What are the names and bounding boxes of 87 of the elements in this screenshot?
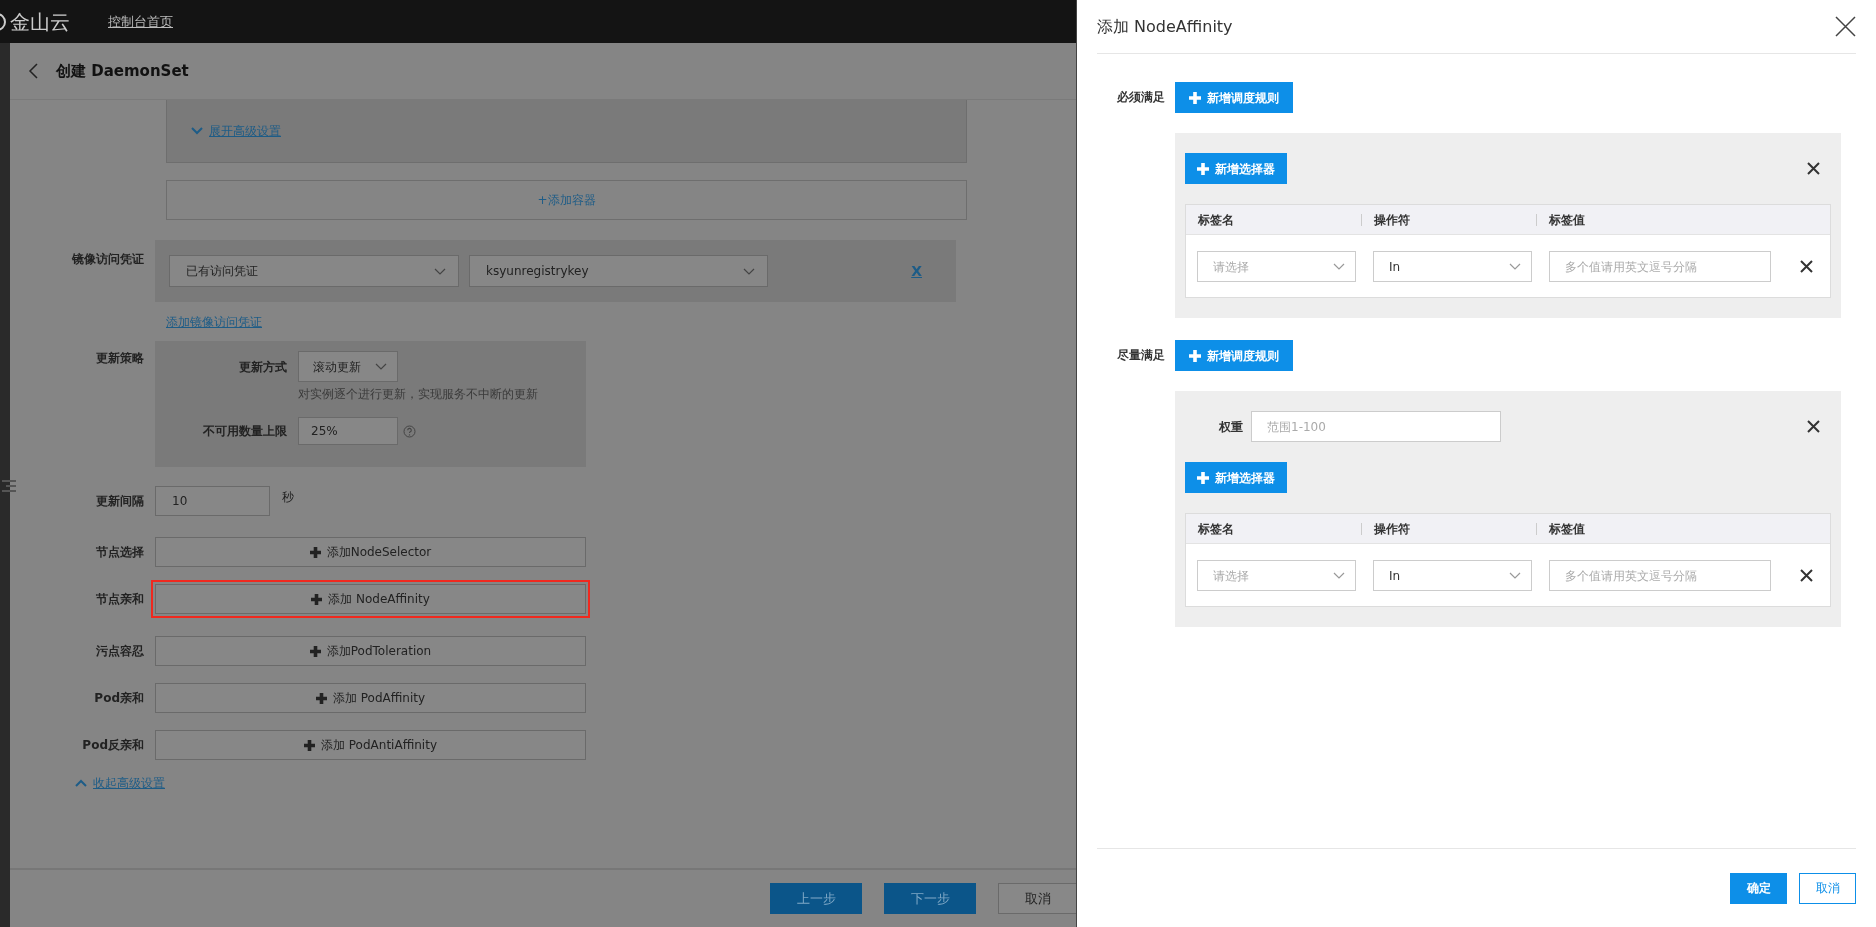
add-container-button[interactable]: +添加容器: [166, 180, 967, 220]
value-input[interactable]: 多个值请用英文逗号分隔: [1549, 251, 1771, 282]
add-rule-button[interactable]: 新增调度规则: [1175, 82, 1293, 113]
plus-icon: [311, 593, 323, 605]
add-selector-button[interactable]: 新增选择器: [1185, 462, 1287, 493]
plus-icon: [1189, 91, 1201, 104]
plus-icon: [315, 692, 327, 704]
add-selector-button[interactable]: 新增选择器: [1185, 153, 1287, 184]
footer-button[interactable]: 上一步: [770, 883, 862, 914]
plus-icon: [1189, 349, 1201, 362]
section-label: 尽量满足: [1116, 347, 1166, 364]
hint-text: 对实例逐个进行更新，实现服务不中断的更新: [298, 386, 539, 403]
close-icon: [1800, 569, 1813, 582]
select-field[interactable]: In: [1373, 251, 1532, 282]
logo-text: 金山云: [10, 8, 70, 36]
select-field[interactable]: 请选择: [1197, 251, 1356, 282]
input-field[interactable]: 25%: [298, 417, 398, 445]
field-label: 权重: [1218, 418, 1244, 436]
select-value: ksyunregistrykey: [486, 263, 589, 280]
select-field[interactable]: 请选择: [1197, 560, 1356, 591]
field-label: 节点亲和: [95, 591, 145, 608]
plus-icon: [1197, 471, 1209, 484]
chevron-down-icon: [1333, 263, 1345, 270]
chevron-down-icon: [191, 127, 203, 135]
field-label: 更新方式: [238, 358, 288, 376]
add-button[interactable]: 添加 PodAntiAffinity: [155, 730, 586, 760]
input-field[interactable]: 10: [155, 486, 270, 516]
field-label: 不可用数量上限: [202, 423, 288, 440]
field-label: 更新间隔: [95, 493, 145, 510]
sidebar-toggle-icon: [0, 479, 18, 493]
chevron-down-icon: [743, 267, 755, 275]
select-value: 滚动更新: [313, 358, 361, 376]
add-rule-button[interactable]: 新增调度规则: [1175, 340, 1293, 371]
value-input[interactable]: 多个值请用英文逗号分隔: [1549, 560, 1771, 591]
field-label: 镜像访问凭证: [71, 251, 145, 268]
chevron-up-icon: [75, 779, 87, 787]
add-button[interactable]: 添加 PodAffinity: [155, 683, 586, 713]
drawer-title: 添加 NodeAffinity: [1097, 15, 1233, 38]
placeholder-text: 请选择: [1213, 258, 1249, 276]
select-field[interactable]: In: [1373, 560, 1532, 591]
close-icon: [1807, 162, 1820, 175]
select-value: In: [1389, 258, 1401, 276]
chevron-down-icon: [1509, 572, 1521, 579]
chevron-down-icon: [1509, 263, 1521, 270]
plus-icon: [1197, 162, 1209, 175]
column-header: 标签值: [1536, 522, 1736, 535]
page-title: 创建 DaemonSet: [56, 60, 189, 82]
plus-icon: [304, 739, 315, 751]
column-header: 标签名: [1197, 520, 1235, 538]
add-credential-link[interactable]: 添加镜像访问凭证: [166, 313, 262, 331]
logo-icon: [0, 11, 8, 32]
column-header: 标签值: [1536, 213, 1736, 226]
field-label: 污点容忍: [95, 643, 145, 660]
footer-button[interactable]: 取消: [1799, 872, 1856, 904]
select-value: 已有访问凭证: [186, 263, 258, 280]
chevron-down-icon: [1333, 572, 1345, 579]
close-icon: [1807, 420, 1820, 433]
select-field[interactable]: 滚动更新: [298, 351, 398, 382]
unit-text: 秒: [282, 489, 294, 506]
footer-button[interactable]: 确定: [1730, 872, 1787, 904]
close-icon: [1800, 260, 1813, 273]
chevron-down-icon: [434, 267, 446, 275]
select-field[interactable]: ksyunregistrykey: [469, 255, 768, 287]
help-icon: [403, 424, 416, 438]
placeholder-text: 请选择: [1213, 567, 1249, 585]
field-label: Pod亲和: [93, 690, 145, 707]
select-field[interactable]: 已有访问凭证: [169, 255, 459, 287]
footer-button[interactable]: 下一步: [884, 883, 976, 914]
select-value: In: [1389, 567, 1401, 585]
home-link[interactable]: 控制台首页: [108, 11, 173, 32]
field-label: Pod反亲和: [81, 737, 145, 754]
add-button[interactable]: 添加 NodeAffinity: [155, 584, 586, 614]
add-button[interactable]: 添加PodToleration: [155, 636, 586, 666]
weight-input[interactable]: 范围1-100: [1251, 411, 1501, 442]
close-icon: [1835, 16, 1856, 37]
section-label: 必须满足: [1116, 89, 1166, 106]
column-header: 操作符: [1361, 522, 1536, 535]
field-label: 节点选择: [95, 544, 145, 561]
footer-button[interactable]: 取消: [998, 883, 1076, 914]
add-button[interactable]: 添加NodeSelector: [155, 537, 586, 567]
column-header: 操作符: [1361, 213, 1536, 226]
plus-icon: [309, 645, 321, 657]
chevron-down-icon: [375, 363, 387, 370]
back-icon: [28, 63, 38, 79]
plus-icon: [309, 546, 321, 558]
field-label: 更新策略: [95, 350, 145, 367]
column-header: 标签名: [1197, 211, 1235, 229]
